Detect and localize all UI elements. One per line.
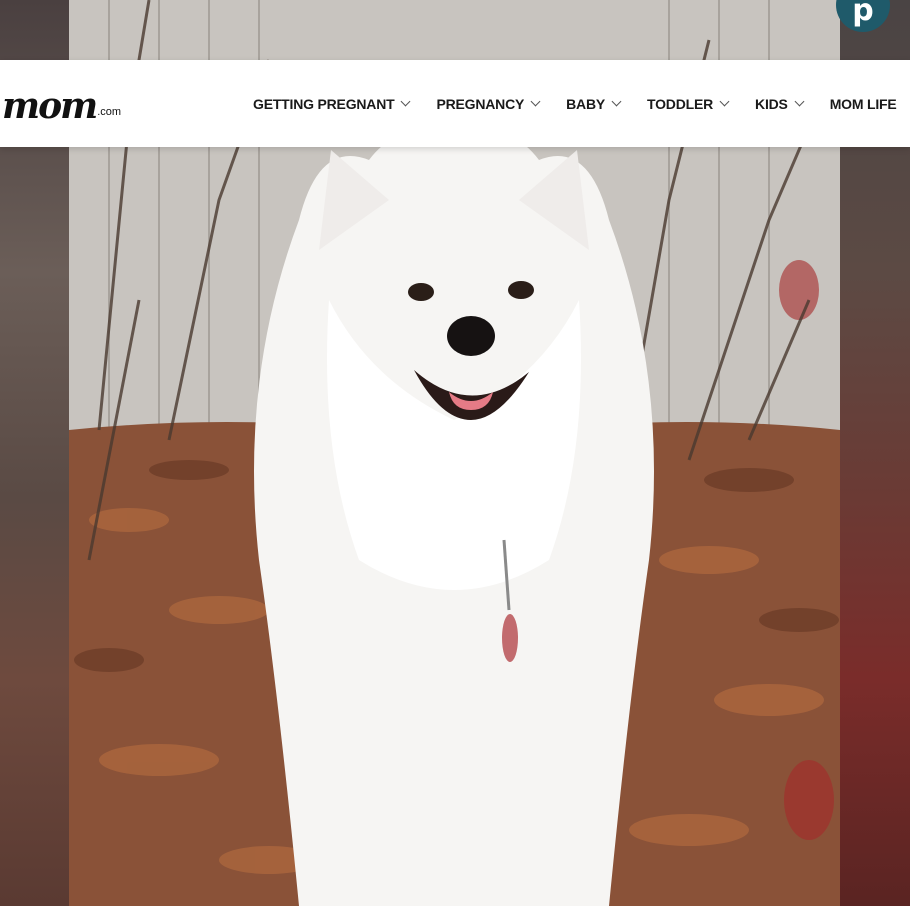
nav-item-label: PREGNANCY <box>436 95 525 112</box>
chevron-down-icon <box>611 96 622 107</box>
nav-item-toddler[interactable]: TODDLER <box>647 95 730 112</box>
nav-item-label: BABY <box>566 95 606 112</box>
nav-item-mom-life[interactable]: MOM LIFE <box>830 96 897 112</box>
nav-item-label: TODDLER <box>647 95 714 112</box>
chevron-down-icon <box>530 96 541 107</box>
logo-suffix: .com <box>97 106 122 118</box>
main-nav: GETTING PREGNANT PREGNANCY BABY TODDLER … <box>253 60 897 147</box>
nav-item-pregnancy[interactable]: PREGNANCY <box>436 95 541 112</box>
nav-item-label: KIDS <box>755 95 788 112</box>
site-header: mom .com GETTING PREGNANT PREGNANCY BABY… <box>0 60 910 147</box>
nav-item-kids[interactable]: KIDS <box>755 95 805 112</box>
chevron-down-icon <box>401 96 411 107</box>
nav-item-label: MOM LIFE <box>829 95 897 112</box>
chevron-down-icon <box>719 96 730 107</box>
chevron-down-icon <box>794 96 805 107</box>
nav-item-baby[interactable]: BABY <box>566 95 622 112</box>
nav-item-getting-pregnant[interactable]: GETTING PREGNANT <box>253 95 411 112</box>
pinterest-icon: p <box>852 0 874 28</box>
nav-item-label: GETTING PREGNANT <box>253 95 395 112</box>
site-logo[interactable]: mom .com <box>2 80 121 126</box>
logo-wordmark: mom <box>2 85 98 127</box>
